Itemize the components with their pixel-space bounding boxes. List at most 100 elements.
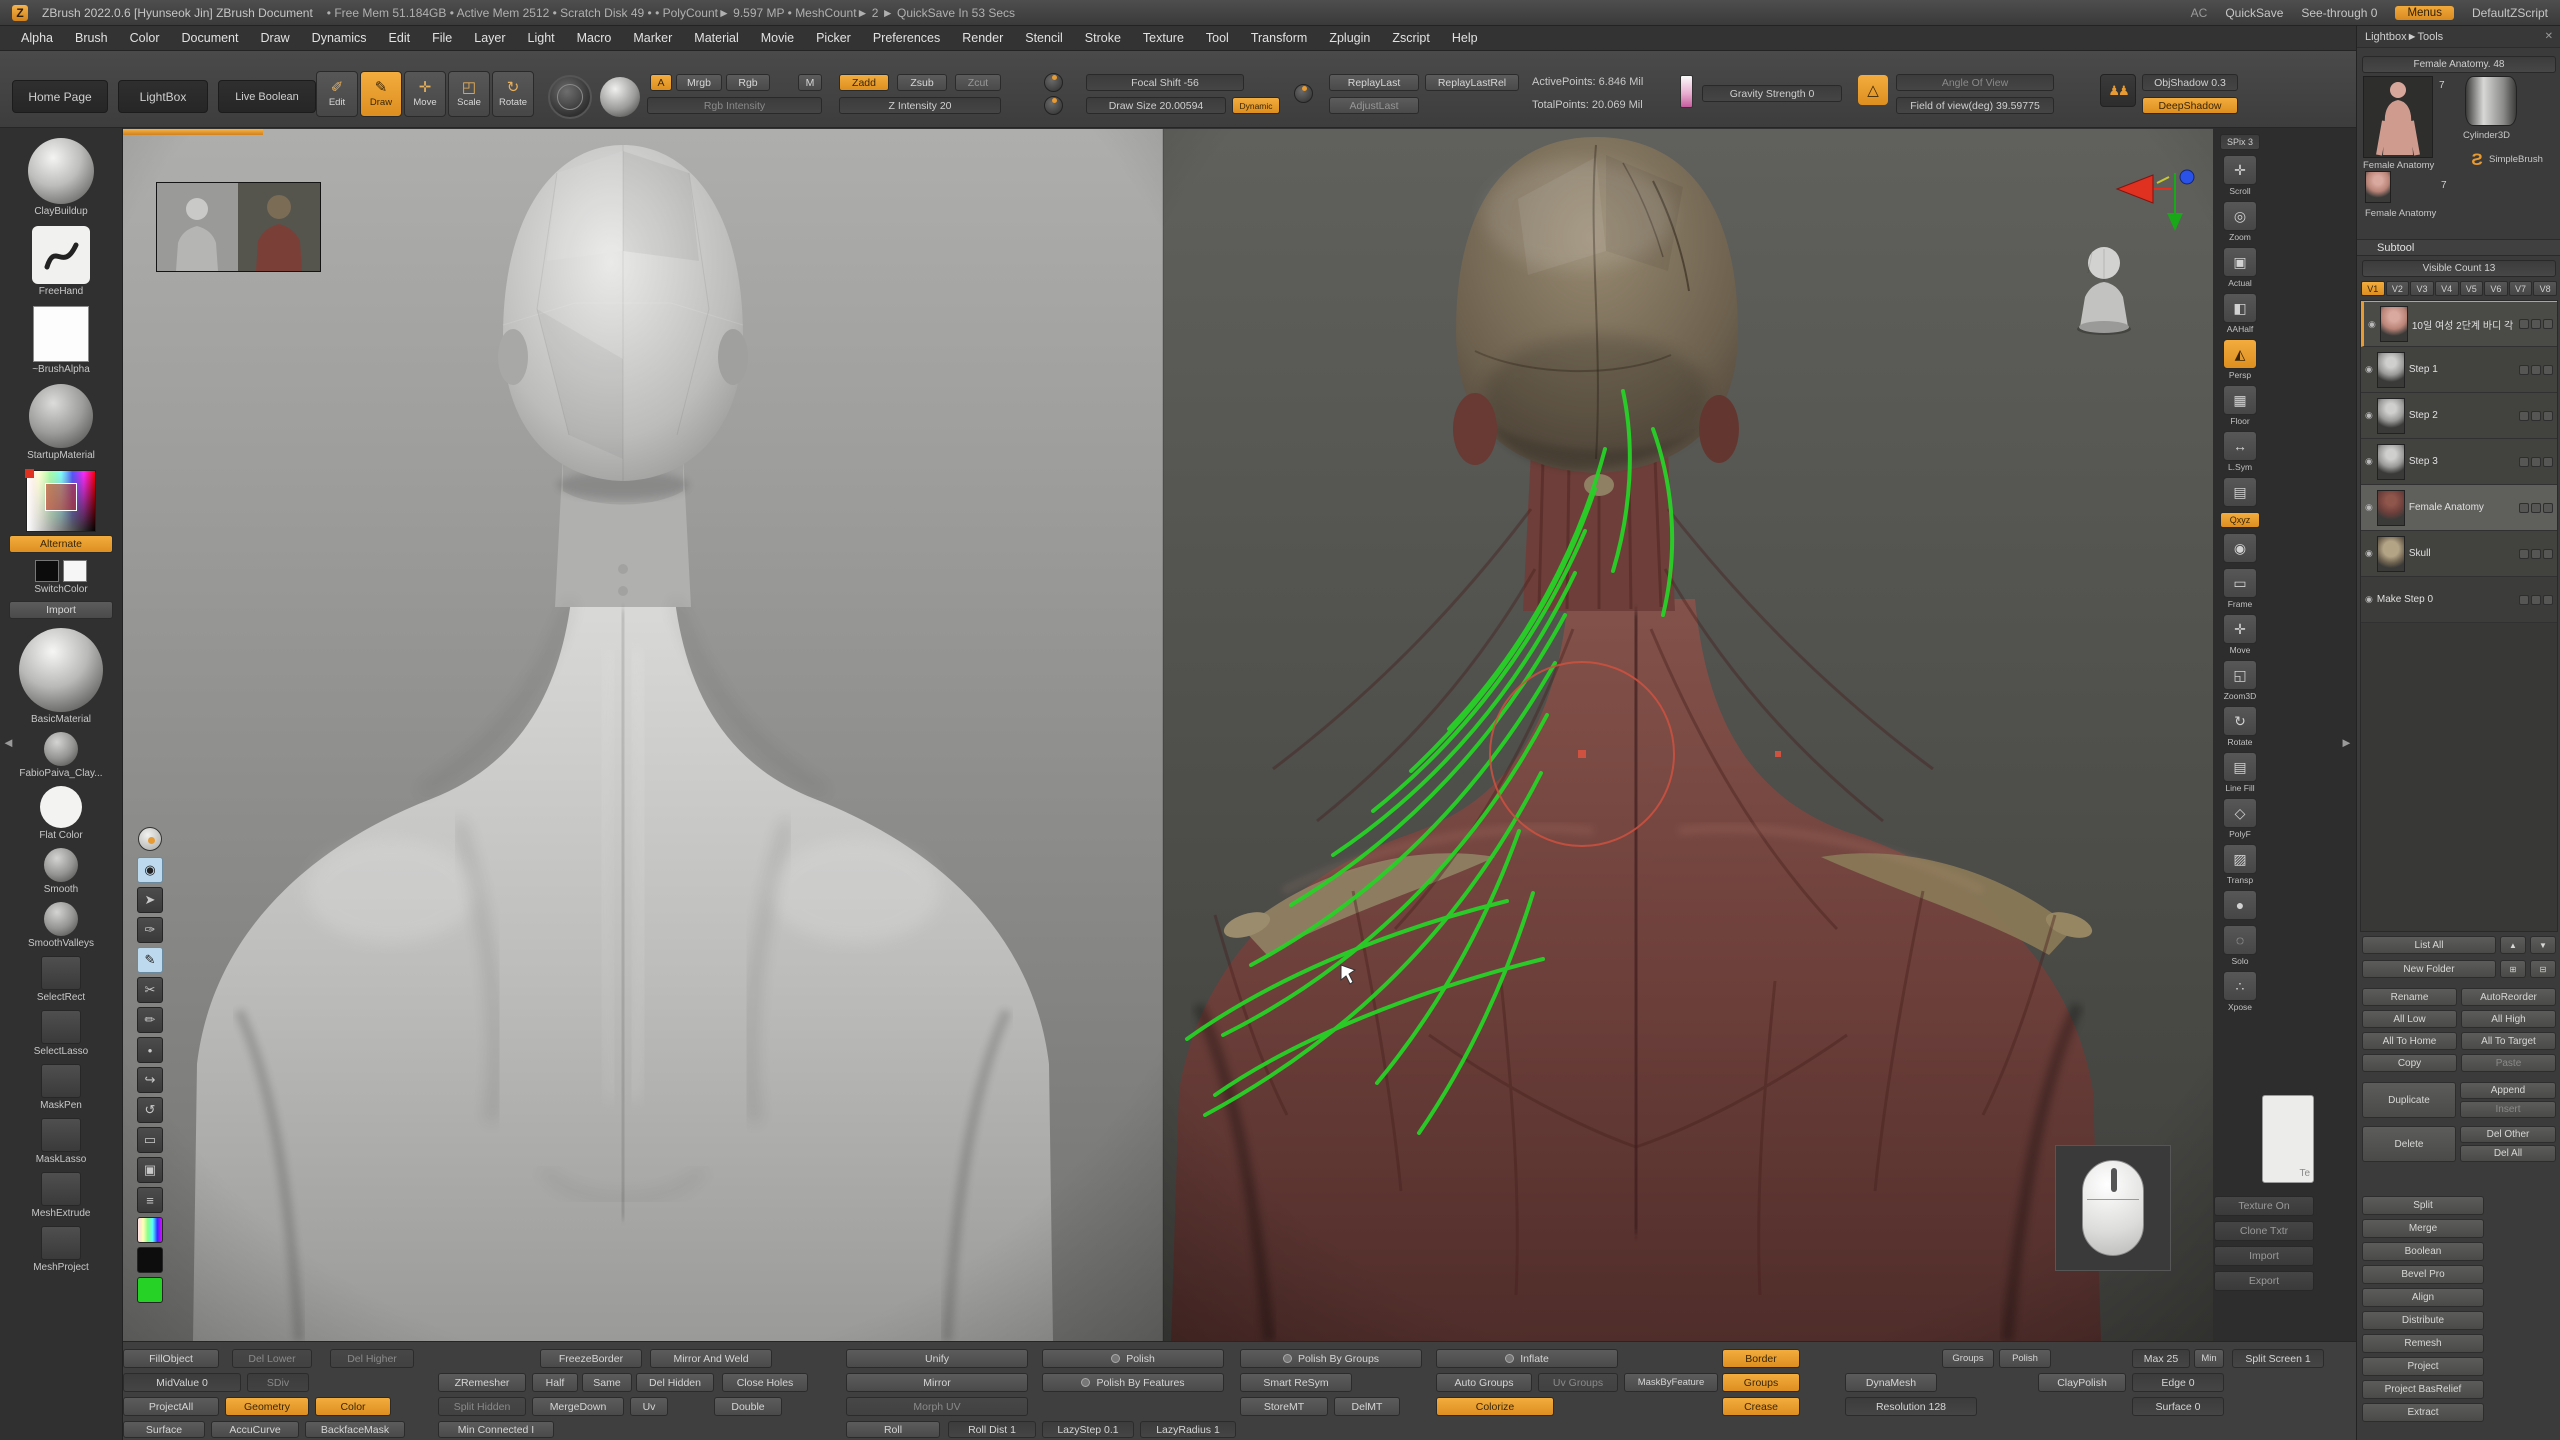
menu-stencil[interactable]: Stencil: [1014, 31, 1074, 45]
import-button[interactable]: Import: [9, 601, 113, 619]
eye-icon[interactable]: ◉: [2365, 410, 2373, 421]
focal-shift-slider[interactable]: Focal Shift -56: [1086, 74, 1244, 91]
folder-remove-icon[interactable]: ⊟: [2530, 960, 2556, 978]
subtool-all-low-button[interactable]: All Low: [2362, 1010, 2457, 1028]
strip-solo[interactable]: ◌Solo: [2219, 925, 2261, 966]
right-tray-collapse-icon[interactable]: ►: [2340, 735, 2353, 750]
subtool-rename-button[interactable]: Rename: [2362, 988, 2457, 1006]
bottom-geometry-button[interactable]: Geometry: [225, 1397, 309, 1416]
replay-icon[interactable]: [1294, 84, 1313, 103]
menu-zplugin[interactable]: Zplugin: [1318, 31, 1381, 45]
subtool-tab-v5[interactable]: V5: [2460, 281, 2484, 296]
brush-smooth[interactable]: Smooth: [2, 844, 120, 898]
eraser-icon[interactable]: ▭: [137, 1127, 163, 1153]
brush-import[interactable]: Import: [2, 598, 120, 622]
subtool-section-title[interactable]: Subtool: [2357, 239, 2560, 256]
subtool-toggle-icon[interactable]: [2543, 411, 2553, 421]
visible-count-slider[interactable]: Visible Count 13: [2362, 260, 2556, 277]
focal-shift-icon[interactable]: [1044, 73, 1063, 92]
bottom-half-button[interactable]: Half: [532, 1373, 578, 1392]
subtool-toggle-icon[interactable]: [2531, 457, 2541, 467]
strip-linefill[interactable]: ▤Line Fill: [2219, 752, 2261, 793]
bottom-same-button[interactable]: Same: [582, 1373, 632, 1392]
eye-icon[interactable]: ◉: [2365, 594, 2373, 605]
subtool-toggle-icon[interactable]: [2519, 503, 2529, 513]
subtool-toggle-icon[interactable]: [2543, 503, 2553, 513]
bottom-surface-button[interactable]: Surface: [123, 1421, 205, 1438]
bottom-min-connected-i-button[interactable]: Min Connected I: [438, 1421, 554, 1438]
bottom-smart-resym-button[interactable]: Smart ReSym: [1240, 1373, 1352, 1392]
bottom-mergedown-button[interactable]: MergeDown: [532, 1397, 624, 1416]
see-through-slider[interactable]: See-through 0: [2301, 6, 2377, 20]
active-tool-thumbnail[interactable]: [2363, 76, 2433, 158]
subtool-toggle-icon[interactable]: [2543, 549, 2553, 559]
bottom-lazystep-0-1-button[interactable]: LazyStep 0.1: [1042, 1421, 1134, 1438]
menu-render[interactable]: Render: [951, 31, 1014, 45]
bottom-polish-button[interactable]: Polish: [1999, 1349, 2051, 1368]
brush-meshproject[interactable]: MeshProject: [2, 1222, 120, 1276]
bottom-polish-by-groups-button[interactable]: Polish By Groups: [1240, 1349, 1422, 1368]
subtool-project-basrelief-button[interactable]: Project BasRelief: [2362, 1380, 2484, 1399]
eye-icon[interactable]: ◉: [2365, 364, 2373, 375]
subtool-row-make-step-0[interactable]: ◉Make Step 0: [2361, 577, 2557, 623]
draw-size-icon[interactable]: [1044, 96, 1063, 115]
subtool-toggle-icon[interactable]: [2531, 503, 2541, 513]
brush-startupmaterial[interactable]: StartupMaterial: [2, 378, 120, 464]
bottom-lazyradius-1-button[interactable]: LazyRadius 1: [1140, 1421, 1236, 1438]
cylinder3d-thumbnail[interactable]: [2465, 76, 2517, 126]
bottom-delmt-button[interactable]: DelMT: [1334, 1397, 1400, 1416]
subtool-extract-button[interactable]: Extract: [2362, 1403, 2484, 1422]
subtool-toggle-icon[interactable]: [2531, 595, 2541, 605]
delete-button[interactable]: Delete: [2362, 1126, 2456, 1162]
strip-polyf[interactable]: ◇PolyF: [2219, 798, 2261, 839]
subtool-tab-v3[interactable]: V3: [2410, 281, 2434, 296]
duplicate-button[interactable]: Duplicate: [2362, 1082, 2456, 1118]
bottom-zremesher-button[interactable]: ZRemesher: [438, 1373, 526, 1392]
brush-smoothvalleys[interactable]: SmoothValleys: [2, 898, 120, 952]
bottom-uv-button[interactable]: Uv: [630, 1397, 668, 1416]
bottom-crease-button[interactable]: Crease: [1722, 1397, 1800, 1416]
close-icon[interactable]: ✕: [2545, 31, 2553, 42]
subtool-tab-v8[interactable]: V8: [2533, 281, 2557, 296]
subtool-bevel-pro-button[interactable]: Bevel Pro: [2362, 1265, 2484, 1284]
brush-picker[interactable]: [2, 464, 120, 532]
bulb-icon[interactable]: [138, 827, 162, 851]
rgb-intensity-slider[interactable]: Rgb Intensity: [647, 97, 822, 114]
bottom-sdiv-button[interactable]: SDiv: [247, 1373, 309, 1392]
gravity-strength-slider[interactable]: Gravity Strength 0: [1702, 85, 1842, 102]
left-tray-collapse-icon[interactable]: ◄: [2, 735, 15, 750]
brush-masklasso[interactable]: MaskLasso: [2, 1114, 120, 1168]
shadow-figures-icon[interactable]: ♟♟: [2100, 74, 2136, 107]
strip-scroll[interactable]: ✛Scroll: [2219, 155, 2261, 196]
live-boolean-button[interactable]: Live Boolean: [218, 80, 316, 113]
bottom-storemt-button[interactable]: StoreMT: [1240, 1397, 1328, 1416]
deep-shadow-button[interactable]: DeepShadow: [2142, 97, 2238, 114]
subtool-row-step-1[interactable]: ◉Step 1: [2361, 347, 2557, 393]
del-other-button[interactable]: Del Other: [2460, 1126, 2556, 1143]
subtool-tab-v7[interactable]: V7: [2509, 281, 2533, 296]
bottom-morph-uv-button[interactable]: Morph UV: [846, 1397, 1028, 1416]
home-page-button[interactable]: Home Page: [12, 80, 108, 113]
subtool-distribute-button[interactable]: Distribute: [2362, 1311, 2484, 1330]
texture-texture-on-button[interactable]: Texture On: [2214, 1196, 2314, 1216]
bottom-midvalue-0-button[interactable]: MidValue 0: [123, 1373, 241, 1392]
bottom-del-higher-button[interactable]: Del Higher: [330, 1349, 414, 1368]
brush-basicmaterial[interactable]: BasicMaterial: [2, 622, 120, 728]
current-tool-slider[interactable]: Female Anatomy. 48: [2362, 56, 2556, 73]
bottom-colorize-button[interactable]: Colorize: [1436, 1397, 1554, 1416]
pencil-icon[interactable]: ✏: [137, 1007, 163, 1033]
default-zscript-button[interactable]: DefaultZScript: [2472, 6, 2548, 20]
brush-maskpen[interactable]: MaskPen: [2, 1060, 120, 1114]
strip-move[interactable]: ✛Move: [2219, 614, 2261, 655]
bottom-min-button[interactable]: Min: [2194, 1349, 2224, 1368]
list-all-button[interactable]: List All: [2362, 936, 2496, 954]
move-up-icon[interactable]: ▲: [2500, 936, 2526, 954]
menu-dynamics[interactable]: Dynamics: [301, 31, 378, 45]
bottom-surface-0-button[interactable]: Surface 0: [2132, 1397, 2224, 1416]
subtool-autoreorder-button[interactable]: AutoReorder: [2461, 988, 2556, 1006]
brush-claybuildup[interactable]: ClayBuildup: [2, 132, 120, 220]
zcut-button[interactable]: Zcut: [955, 74, 1001, 91]
palette-icon[interactable]: [137, 1217, 163, 1243]
insert-button[interactable]: Insert: [2460, 1101, 2556, 1118]
menu-tool[interactable]: Tool: [1195, 31, 1240, 45]
